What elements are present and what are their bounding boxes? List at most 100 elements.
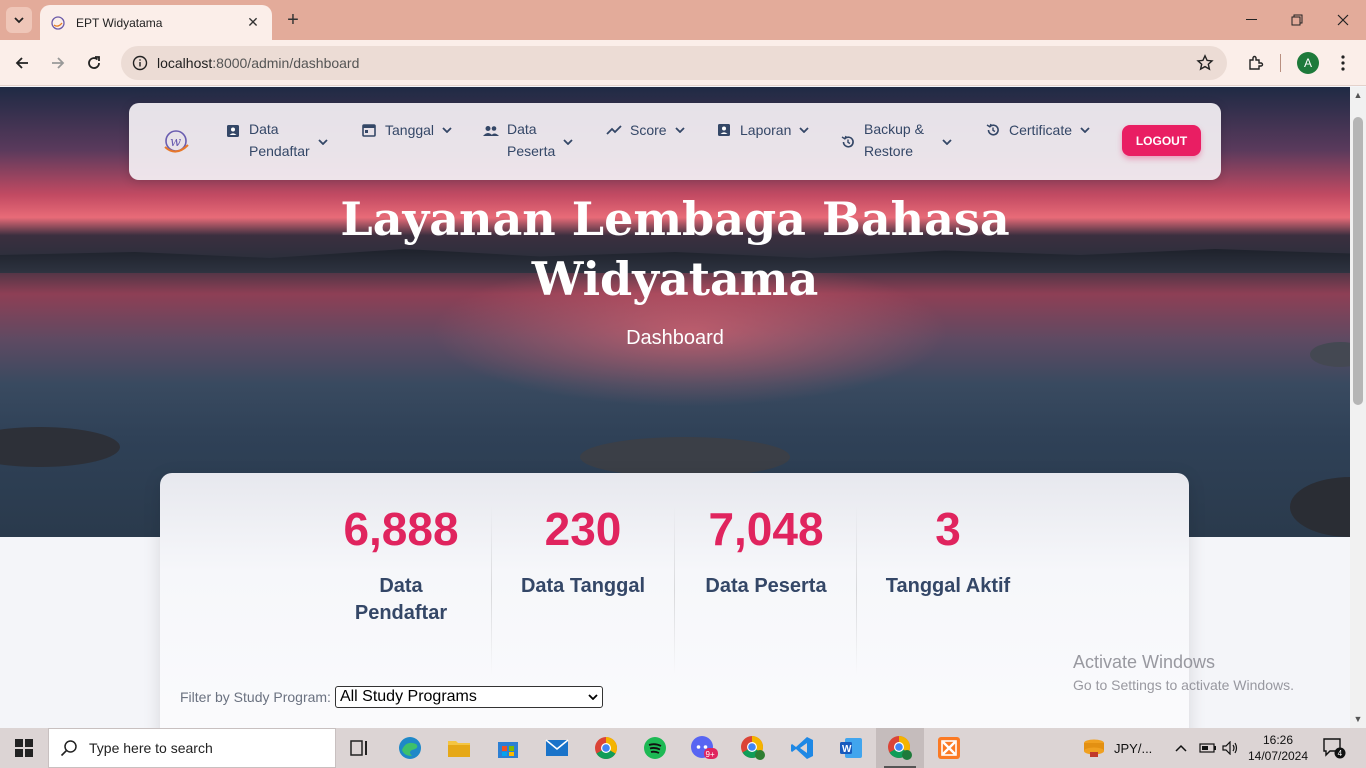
clock-time: 16:26 xyxy=(1262,733,1294,747)
chevron-down-icon xyxy=(674,127,685,133)
nav-label: Data Pendaftar xyxy=(249,118,310,162)
address-bar[interactable]: localhost:8000/admin/dashboard xyxy=(121,46,1227,80)
hero-rock xyxy=(580,437,790,477)
mail-icon xyxy=(545,739,569,756)
notification-center-button[interactable]: 4 xyxy=(1322,728,1346,768)
hero-rock xyxy=(1290,477,1350,537)
tab-search-button[interactable] xyxy=(6,7,32,33)
browser-tab[interactable]: EPT Widyatama ✕ xyxy=(40,5,272,40)
nav-certificate[interactable]: Certificate xyxy=(985,103,1090,180)
site-favicon-icon xyxy=(50,15,66,31)
nav-label: Laporan xyxy=(740,122,792,138)
watermark-subtitle: Go to Settings to activate Windows. xyxy=(1073,677,1294,693)
xampp-icon xyxy=(938,737,960,759)
edge-icon xyxy=(399,737,421,759)
taskbar-chrome-active[interactable] xyxy=(876,728,924,768)
stat-data-tanggal: 230 Data Tanggal xyxy=(492,503,674,600)
stat-value: 6,888 xyxy=(343,503,459,555)
stat-data-pendaftar: 6,888 Data Pendaftar xyxy=(310,503,492,627)
taskbar-discord[interactable]: 9+ xyxy=(680,728,728,768)
task-view-button[interactable] xyxy=(336,728,384,768)
notification-count: 4 xyxy=(1338,749,1343,758)
chevron-down-icon xyxy=(942,138,952,145)
chevron-up-icon xyxy=(1175,744,1187,752)
filter-label: Filter by Study Program: xyxy=(180,689,331,705)
back-button[interactable] xyxy=(8,49,36,77)
taskbar-vscode[interactable] xyxy=(778,728,826,768)
arrow-left-icon xyxy=(15,57,28,69)
tray-battery[interactable] xyxy=(1199,728,1217,768)
extensions-button[interactable] xyxy=(1242,49,1270,77)
history-icon xyxy=(985,122,1001,138)
chevron-down-icon xyxy=(442,127,452,133)
taskbar-chrome[interactable] xyxy=(582,728,630,768)
profile-button[interactable]: A xyxy=(1294,49,1322,77)
stat-data-peserta: 7,048 Data Peserta xyxy=(675,503,857,600)
avatar: A xyxy=(1297,52,1319,74)
taskbar-chrome-profile[interactable] xyxy=(729,728,777,768)
url-text: localhost:8000/admin/dashboard xyxy=(157,55,359,71)
svg-text:W: W xyxy=(842,744,852,755)
taskbar-store[interactable] xyxy=(484,728,532,768)
tray-overflow-button[interactable] xyxy=(1175,728,1187,768)
taskbar-edge[interactable] xyxy=(386,728,434,768)
logout-button[interactable]: LOGOUT xyxy=(1122,125,1201,156)
arrow-right-icon xyxy=(52,57,65,69)
activate-windows-watermark: Activate Windows Go to Settings to activ… xyxy=(1073,652,1294,693)
taskbar-xampp[interactable] xyxy=(925,728,973,768)
tray-currency-widget[interactable]: JPY/... xyxy=(1082,728,1152,768)
taskbar-spotify[interactable] xyxy=(631,728,679,768)
nav-data-pendaftar[interactable]: Data Pendaftar xyxy=(225,103,328,180)
taskbar-word[interactable]: W xyxy=(827,728,875,768)
browser-toolbar: localhost:8000/admin/dashboard A xyxy=(0,40,1366,86)
search-icon xyxy=(49,739,89,757)
nav-score[interactable]: Score xyxy=(606,103,685,180)
widyatama-logo[interactable]: w xyxy=(157,123,195,161)
taskbar-clock[interactable]: 16:26 14/07/2024 xyxy=(1244,732,1312,764)
stat-label: Data Peserta xyxy=(705,575,827,597)
taskbar-mail[interactable] xyxy=(533,728,581,768)
scroll-thumb[interactable] xyxy=(1353,117,1363,405)
report-icon xyxy=(716,122,732,138)
restore-button[interactable] xyxy=(1274,0,1320,40)
chevron-down-icon xyxy=(1080,127,1090,133)
close-window-button[interactable] xyxy=(1320,0,1366,40)
mail-badge: 9+ xyxy=(706,750,715,759)
stat-value: 230 xyxy=(544,503,622,555)
taskbar-file-explorer[interactable] xyxy=(435,728,483,768)
page-scrollbar[interactable]: ▲ ▼ xyxy=(1350,87,1366,728)
windows-taskbar: Type here to search 9+ W JPY/... 16:26 1… xyxy=(0,728,1366,768)
puzzle-icon xyxy=(1249,55,1264,70)
minimize-button[interactable] xyxy=(1228,0,1274,40)
nav-backup-restore[interactable]: Backup & Restore xyxy=(840,103,952,180)
browser-menu-button[interactable] xyxy=(1332,49,1354,77)
scroll-up-icon[interactable]: ▲ xyxy=(1353,90,1363,100)
study-program-select[interactable]: All Study Programs xyxy=(334,686,603,708)
nav-data-peserta[interactable]: Data Peserta xyxy=(483,103,573,180)
taskbar-search-box[interactable]: Type here to search xyxy=(48,728,336,768)
nav-label-line: Restore xyxy=(864,143,914,159)
nav-label-line: Data xyxy=(249,121,279,137)
reload-button[interactable] xyxy=(80,49,108,77)
tab-close-icon[interactable]: ✕ xyxy=(244,14,262,32)
close-icon xyxy=(1337,14,1349,26)
notification-icon: 4 xyxy=(1323,738,1346,759)
tray-volume[interactable] xyxy=(1222,728,1240,768)
site-info-icon[interactable] xyxy=(123,46,157,80)
stat-tanggal-aktif: 3 Tanggal Aktif xyxy=(857,503,1039,600)
nav-tanggal[interactable]: Tanggal xyxy=(361,103,452,180)
bookmark-star-icon[interactable] xyxy=(1195,53,1215,73)
chevron-down-icon xyxy=(799,127,810,133)
spotify-icon xyxy=(644,737,666,759)
nav-laporan[interactable]: Laporan xyxy=(716,103,810,180)
forward-button[interactable] xyxy=(44,49,72,77)
new-tab-button[interactable]: + xyxy=(282,9,304,31)
browser-tab-strip: EPT Widyatama ✕ + xyxy=(0,0,1366,40)
start-button[interactable] xyxy=(0,728,48,768)
tray-currency-label: JPY/... xyxy=(1114,740,1153,756)
hero-title-line: Widyatama xyxy=(531,252,819,306)
scroll-down-icon[interactable]: ▼ xyxy=(1353,714,1363,724)
task-view-icon xyxy=(350,740,367,756)
speaker-icon xyxy=(1222,741,1238,755)
main-navbar: w Data Pendaftar Tanggal Data Peserta Sc… xyxy=(129,103,1221,180)
